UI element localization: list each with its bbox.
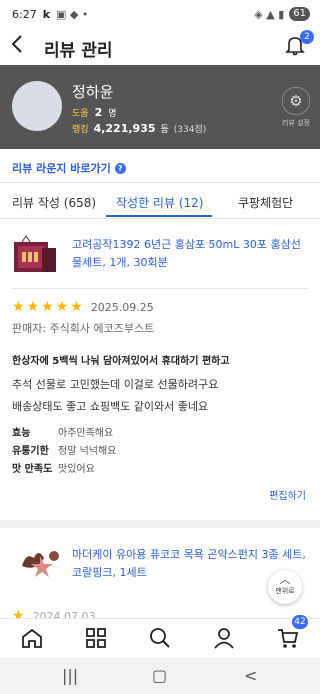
review-settings-button[interactable]: ⚙ 리뷰 설정 bbox=[282, 87, 310, 128]
star-icon: ★ bbox=[12, 299, 25, 315]
recent-apps-icon[interactable]: ||| bbox=[62, 666, 78, 685]
divider bbox=[0, 182, 320, 183]
divider bbox=[0, 218, 320, 219]
profile-card: 정하윤 도움 2 명 랭킹 4,221,935 등 (334점) ⚙ 리뷰 설정 bbox=[0, 65, 320, 149]
my-page-icon[interactable] bbox=[212, 627, 236, 649]
scroll-top-label: 맨위로 bbox=[275, 587, 295, 595]
review-body-line: 배송상태도 좋고 쇼핑백도 같이와서 좋네요 bbox=[12, 400, 209, 413]
status-indicator: k bbox=[42, 8, 51, 21]
star-icon: ★ bbox=[41, 299, 54, 315]
notification-icons: ▣ ◆ • bbox=[56, 8, 89, 21]
review-headline: 한상자에 5백씩 나눠 담아져있어서 휴대하기 편하고 bbox=[12, 356, 230, 367]
chevron-up-icon: ︿ bbox=[279, 573, 291, 586]
attribute-row: 유통기한 정말 넉넉해요 bbox=[12, 442, 116, 457]
product-title[interactable]: 고려공작1392 6년근 홍삼포 50mL 30포 홍삼선물세트, 1개, 30… bbox=[72, 236, 302, 272]
helped-row: 도움 2 명 bbox=[72, 106, 117, 119]
rank-value: 4,221,935 bbox=[93, 122, 156, 135]
review-date: 2025.09.25 bbox=[90, 300, 154, 314]
helped-value: 2 bbox=[94, 106, 103, 119]
settings-label: 리뷰 설정 bbox=[282, 119, 310, 127]
back-icon[interactable] bbox=[10, 34, 24, 59]
star-icon: ★ bbox=[70, 299, 83, 315]
active-tab-indicator bbox=[106, 215, 212, 217]
tab-write-review[interactable]: 리뷰 작성 (658) bbox=[12, 194, 96, 211]
attribute-key: 맛 만족도 bbox=[12, 464, 53, 475]
product-image bbox=[22, 551, 59, 577]
battery-level: 61 bbox=[289, 7, 310, 21]
cart-icon[interactable] bbox=[276, 627, 300, 649]
seller-name: 판매자: 주식회사 에코즈부스트 bbox=[12, 322, 155, 335]
section-divider bbox=[0, 520, 320, 528]
rank-row: 랭킹 4,221,935 등 (334점) bbox=[72, 122, 206, 135]
attribute-key: 유통기한 bbox=[12, 446, 49, 457]
product-image bbox=[14, 235, 56, 272]
search-icon[interactable] bbox=[148, 627, 172, 649]
review-lounge-link[interactable]: 리뷰 라운지 바로가기 ? bbox=[12, 160, 126, 176]
star-icon: ★ bbox=[26, 299, 40, 315]
helped-label: 도움 bbox=[72, 109, 89, 119]
attribute-value: 아주만족해요 bbox=[58, 428, 114, 439]
status-bar: 6:27 k ▣ ◆ • ◈ ▲ ▮ 61 bbox=[0, 0, 320, 28]
signal-icon: ◈ ▲ ▮ bbox=[254, 7, 285, 21]
rank-label: 랭킹 bbox=[72, 125, 89, 135]
review-body-line: 추석 선물로 고민했는데 이걸로 선물하려구요 bbox=[12, 378, 219, 391]
profile-name: 정하윤 bbox=[72, 83, 114, 101]
edit-review-button[interactable]: 편집하기 bbox=[269, 487, 306, 502]
top-bar: 리뷰 관리 2 bbox=[0, 28, 320, 64]
attribute-key: 효능 bbox=[12, 428, 31, 439]
back-nav-icon[interactable]: < bbox=[244, 666, 257, 685]
attribute-value: 맛있어요 bbox=[58, 464, 95, 475]
review-tabs: 리뷰 작성 (658) 작성한 리뷰 (12) 쿠팡체험단 bbox=[0, 188, 320, 218]
helped-unit: 명 bbox=[108, 109, 117, 119]
notification-badge: 2 bbox=[300, 30, 314, 44]
tab-written-reviews[interactable]: 작성한 리뷰 (12) bbox=[116, 194, 203, 211]
bottom-nav: 42 bbox=[0, 615, 320, 659]
scroll-top-button[interactable]: ︿ 맨위로 bbox=[268, 570, 302, 604]
lounge-label: 리뷰 라운지 바로가기 bbox=[12, 162, 111, 175]
rank-sub: (334점) bbox=[173, 125, 207, 135]
avatar bbox=[12, 81, 62, 131]
status-time: 6:27 bbox=[12, 8, 37, 21]
attribute-row: 맛 만족도 맛있어요 bbox=[12, 460, 95, 475]
system-nav-bar: ||| ▢ < bbox=[0, 658, 320, 694]
gear-icon: ⚙ bbox=[282, 87, 310, 115]
rank-unit: 등 bbox=[160, 125, 169, 135]
attribute-row: 효능 아주만족해요 bbox=[12, 424, 113, 439]
category-icon[interactable] bbox=[84, 627, 108, 649]
star-icon: ★ bbox=[55, 299, 69, 315]
attribute-value: 정말 넉넉해요 bbox=[58, 446, 117, 457]
rating-stars: ★ ★ ★ ★ ★ 2025.09.25 bbox=[12, 300, 154, 314]
cart-badge: 42 bbox=[292, 615, 308, 629]
home-icon[interactable] bbox=[20, 627, 44, 649]
page-title: 리뷰 관리 bbox=[44, 41, 113, 61]
divider bbox=[12, 288, 308, 289]
tab-coupang-trial[interactable]: 쿠팡체험단 bbox=[238, 194, 293, 211]
help-icon[interactable]: ? bbox=[114, 162, 126, 174]
home-button-icon[interactable]: ▢ bbox=[152, 666, 167, 685]
